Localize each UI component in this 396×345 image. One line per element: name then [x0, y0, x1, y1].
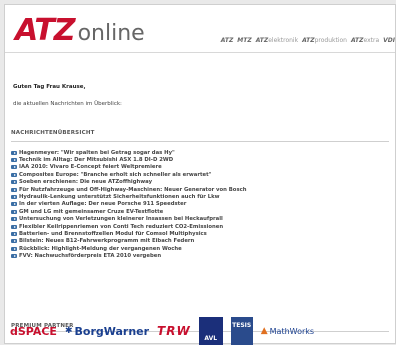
news-section-title: NACHRICHTENÜBERSICHT [11, 130, 95, 136]
brand-link-atz-extra[interactable]: ATZextra [351, 37, 379, 44]
logo-atz-text: ATZ [15, 16, 75, 46]
news-list: Hagenmeyer: "Wir spalten bei Getrag soga… [11, 149, 389, 260]
partner-logo-borgwarner[interactable]: ✱BorgWarner [65, 325, 149, 338]
arrow-icon [11, 210, 17, 214]
arrow-icon [11, 158, 17, 162]
news-item[interactable]: FVV: Nachwuchsförderpreis ETA 2010 verge… [11, 252, 389, 259]
intro-text: die aktuellen Nachrichten im Überblick: [13, 101, 122, 107]
arrow-icon [11, 225, 17, 229]
news-item[interactable]: IAA 2010: Vivaro E-Concept feiert Weltpr… [11, 164, 389, 171]
arrow-icon [11, 239, 17, 243]
greeting: Guten Tag Frau Krause, [13, 84, 86, 90]
email-frame: ATZ online ATZ MTZ ATZelektronik ATZprod… [4, 4, 396, 344]
news-item[interactable]: Untersuchung von Verletzungen kleinerer … [11, 216, 389, 223]
brand-link-atz-elektronik[interactable]: ATZelektronik [256, 37, 298, 44]
arrow-icon [11, 180, 17, 184]
partner-logo-trw[interactable]: TRW [157, 324, 191, 338]
divider [11, 141, 389, 142]
partner-logo-row: dSPACE ✱BorgWarner TRW AVL TESIS ▲MathWo… [10, 318, 396, 344]
brand-link-vdi[interactable]: VDI [383, 37, 395, 44]
arrow-icon [11, 254, 17, 258]
news-item[interactable]: GM und LG mit gemeinsamer Cruze EV-Testf… [11, 208, 389, 215]
brand-links: ATZ MTZ ATZelektronik ATZproduktion ATZe… [221, 37, 395, 44]
brand-link-mtz[interactable]: MTZ [237, 37, 251, 44]
news-item[interactable]: Hagenmeyer: "Wir spalten bei Getrag soga… [11, 149, 389, 156]
brand-link-atz[interactable]: ATZ [221, 37, 234, 44]
news-item[interactable]: Technik im Alltag: Der Mitsubishi ASX 1.… [11, 156, 389, 163]
partner-logo-mathworks[interactable]: ▲MathWorks [261, 326, 314, 336]
atz-online-logo[interactable]: ATZ online [15, 16, 145, 46]
mathworks-membrane-icon: ▲ [261, 326, 268, 336]
arrow-icon [11, 151, 17, 155]
news-item[interactable]: Hydraulik-Lenkung unterstützt Sicherheit… [11, 193, 389, 200]
news-item[interactable]: Für Nutzfahrzeuge und Off-Highway-Maschi… [11, 186, 389, 193]
arrow-icon [11, 217, 17, 221]
partner-logo-tesis[interactable]: TESIS [231, 317, 253, 345]
partner-logo-avl[interactable]: AVL [199, 317, 223, 345]
news-item[interactable]: Batterien- und Brennstoffzellen Modul fü… [11, 230, 389, 237]
partner-logo-dspace[interactable]: dSPACE [10, 325, 57, 338]
arrow-icon [11, 232, 17, 236]
news-item[interactable]: Rückblick: Highlight-Meldung der vergang… [11, 245, 389, 252]
arrow-icon [11, 195, 17, 199]
arrow-icon [11, 165, 17, 169]
news-item[interactable]: Bilstein: Neues B12-Fahrwerkprogramm mit… [11, 238, 389, 245]
news-item[interactable]: Flexibler Keilrippenriemen von Conti Tec… [11, 223, 389, 230]
arrow-icon [11, 247, 17, 251]
news-item[interactable]: Composites Europe: "Branche erholt sich … [11, 171, 389, 178]
news-item[interactable]: In der vierten Auflage: Der neue Porsche… [11, 201, 389, 208]
brand-link-atz-produktion[interactable]: ATZproduktion [302, 37, 347, 44]
arrow-icon [11, 202, 17, 206]
arrow-icon [11, 188, 17, 192]
header: ATZ online ATZ MTZ ATZelektronik ATZprod… [5, 5, 395, 53]
borgwarner-star-icon: ✱ [65, 326, 73, 336]
arrow-icon [11, 173, 17, 177]
news-item[interactable]: Soeben erschienen: Die neue ATZoffhighwa… [11, 179, 389, 186]
logo-online-text: online [78, 23, 145, 45]
